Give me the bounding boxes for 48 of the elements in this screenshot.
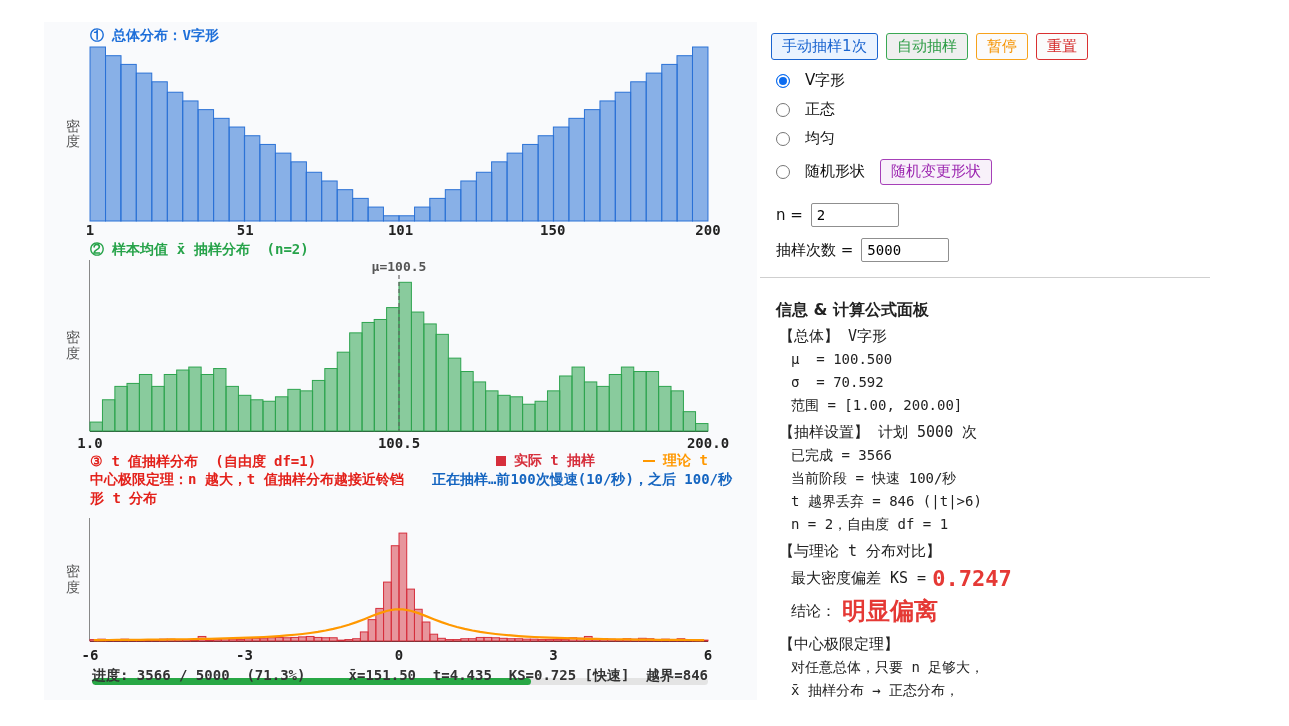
metric-label: 结论： xyxy=(791,601,836,621)
field-label: 抽样次数 = xyxy=(776,240,854,260)
info-line: t 越界丢弃 = 846 (|t|>6) xyxy=(791,492,982,512)
theorem-note: 中心极限定理：n 越大，t 值抽样分布越接近铃铛形 t 分布 xyxy=(90,470,405,508)
axis-tick-label: 200 xyxy=(695,222,721,238)
info-line: 已完成 = 3566 xyxy=(791,446,892,465)
info-line: μ = 100.500 xyxy=(791,350,893,369)
axis-tick-label: 51 xyxy=(236,222,254,238)
chart-title: ② 样本均值 x̄ 抽样分布 (n=2) xyxy=(90,240,309,258)
axis-tick-label: -6 xyxy=(81,647,99,663)
radio-label: 均匀 xyxy=(805,129,835,148)
axis-tick-label: 200.0 xyxy=(686,435,730,451)
axis-tick-label: -3 xyxy=(236,647,253,663)
field-label: n = xyxy=(776,206,803,224)
section-heading: 【与理论 t 分布对比】 xyxy=(779,541,942,562)
chart-title: ① 总体分布：V字形 xyxy=(90,26,219,44)
section-heading: 【中心极限定理】 xyxy=(779,634,899,655)
metric-value: 0.7247 xyxy=(932,565,1012,591)
legend-label: 实际 t 抽样 xyxy=(513,452,596,470)
info-line: n = 2，自由度 df = 1 xyxy=(791,515,949,534)
axis-tick-label: 101 xyxy=(387,222,414,238)
axis-tick-label: 6 xyxy=(703,647,713,663)
y-axis-label: 密度 xyxy=(66,564,80,595)
section-heading: 【抽样设置】 计划 5000 次 xyxy=(779,422,978,443)
radio-label: 正态 xyxy=(805,100,835,119)
info-line: 对任意总体，只要 n 足够大， xyxy=(791,658,985,677)
chart-title: ③ t 值抽样分布 (自由度 df=1) xyxy=(90,452,317,470)
axis-tick-label: 150 xyxy=(540,222,566,238)
radio-label: 随机形状 xyxy=(805,162,865,181)
axis-tick-label: 1.0 xyxy=(77,435,103,451)
info-line: σ = 70.592 xyxy=(791,373,884,392)
legend-label: 理论 t xyxy=(663,452,708,470)
panel-title: 信息 & 计算公式面板 xyxy=(776,300,930,320)
radio-label: V字形 xyxy=(805,71,846,90)
section-heading: 【总体】 V字形 xyxy=(779,326,888,347)
info-line: 当前阶段 = 快速 100/秒 xyxy=(791,469,957,488)
mean-label: μ=100.5 xyxy=(371,259,427,274)
axis-tick-label: 100.5 xyxy=(377,435,421,451)
metric-value: 明显偏离 xyxy=(842,595,938,627)
info-line: 范围 = [1.00, 200.00] xyxy=(791,396,963,415)
axis-tick-label: 3 xyxy=(549,647,558,663)
metric-label: 最大密度偏差 KS = xyxy=(791,568,927,588)
axis-tick-label: 0 xyxy=(394,647,404,663)
sampling-status: 正在抽样…前100次慢速(10/秒)，之后 100/秒 xyxy=(431,470,732,489)
axis-tick-label: 1 xyxy=(85,222,95,238)
info-line: x̄ 抽样分布 → 正态分布， xyxy=(791,681,960,700)
y-axis-label: 密度 xyxy=(66,330,80,361)
y-axis-label: 密度 xyxy=(66,118,80,150)
